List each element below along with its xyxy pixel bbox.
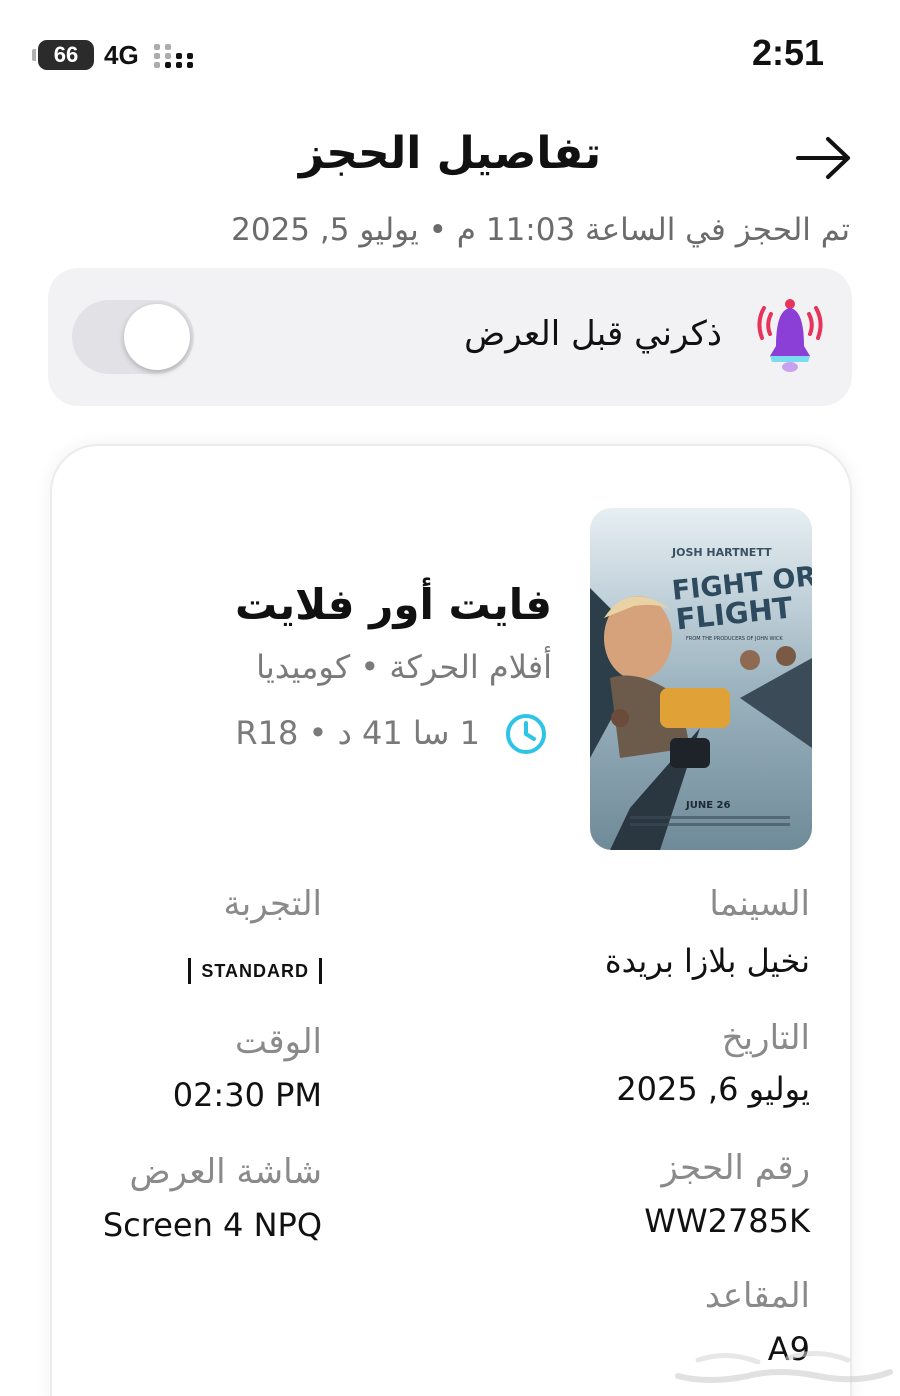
movie-genres: أفلام الحركة • كوميديا bbox=[256, 648, 552, 686]
poster-release: JUNE 26 bbox=[685, 800, 730, 811]
booking-number-value: WW2785K bbox=[644, 1202, 810, 1240]
bell-ringing-icon bbox=[757, 299, 823, 372]
page-title: تفاصيل الحجز bbox=[298, 128, 602, 179]
experience-badge: STANDARD bbox=[188, 958, 322, 984]
poster-tagline: FROM THE PRODUCERS OF JOHN WICK bbox=[686, 636, 783, 642]
runtime-rating: 1 سا 41 د • R18 bbox=[235, 714, 480, 752]
screen-label: شاشة العرض bbox=[129, 1152, 322, 1192]
battery-indicator: 66 bbox=[32, 40, 94, 70]
clock-icon bbox=[506, 714, 546, 754]
toggle-knob bbox=[124, 304, 190, 370]
booking-timestamp: تم الحجز في الساعة 11:03 م • يوليو 5, 20… bbox=[231, 212, 850, 248]
cinema-value: نخيل بلازا بريدة bbox=[604, 942, 810, 980]
status-bar: 66 4G 2:51 bbox=[0, 0, 900, 110]
cinema-label: السينما bbox=[709, 884, 810, 924]
poster-actor: JOSH HARTNETT bbox=[671, 546, 772, 559]
network-type: 4G bbox=[104, 40, 139, 70]
date-label: التاريخ bbox=[721, 1018, 810, 1058]
seats-label: المقاعد bbox=[704, 1276, 810, 1316]
reminder-row: ذكرني قبل العرض bbox=[48, 268, 852, 406]
screen-value: Screen 4 NPQ bbox=[102, 1206, 322, 1244]
time-label: الوقت bbox=[234, 1022, 322, 1062]
movie-title: فايت أور فلايت bbox=[234, 580, 552, 629]
experience-label: التجربة bbox=[223, 884, 322, 924]
date-value: يوليو 6, 2025 bbox=[616, 1070, 810, 1108]
booking-number-label: رقم الحجز bbox=[661, 1148, 810, 1188]
status-time: 2:51 bbox=[751, 32, 824, 73]
reminder-label: ذكرني قبل العرض bbox=[464, 314, 722, 354]
watermark-logo bbox=[675, 1351, 893, 1383]
time-value: 02:30 PM bbox=[172, 1076, 322, 1114]
signal-icon bbox=[154, 44, 194, 70]
reminder-toggle[interactable] bbox=[72, 300, 194, 374]
movie-poster[interactable]: JOSH HARTNETT FIGHT OR FLIGHT FROM THE P… bbox=[590, 508, 812, 850]
